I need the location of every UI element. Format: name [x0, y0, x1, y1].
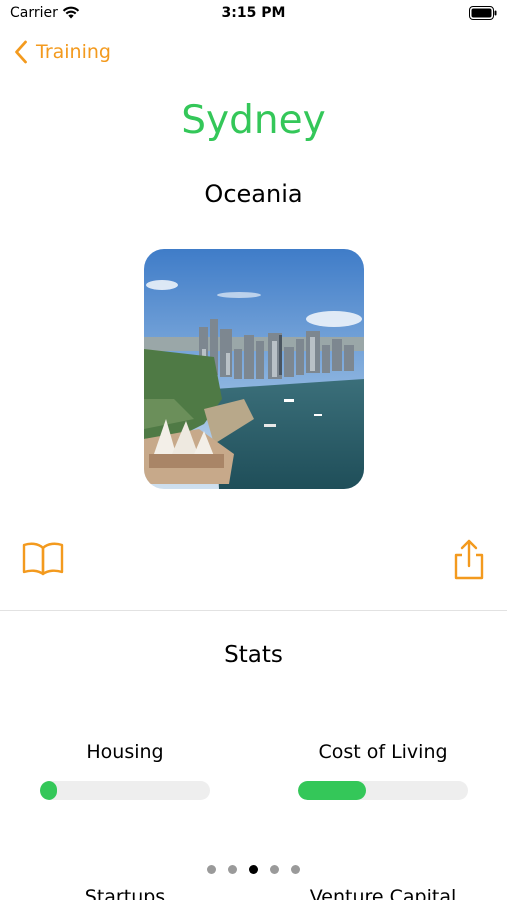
stat-label-venture-capital: Venture Capital	[309, 886, 457, 900]
city-detail-screen: Carrier 3:15 PM Training Sydney Oceania	[0, 0, 507, 900]
page-dot[interactable]	[207, 865, 216, 874]
page-dot[interactable]	[228, 865, 237, 874]
city-photo	[144, 249, 364, 489]
back-label: Training	[36, 41, 111, 63]
page-dot[interactable]	[249, 865, 258, 874]
city-title: Sydney	[181, 98, 326, 143]
stat-label-cost-of-living: Cost of Living	[318, 741, 448, 763]
housing-progress-bar	[40, 781, 210, 800]
back-button[interactable]: Training	[14, 38, 111, 66]
book-icon[interactable]	[22, 541, 64, 577]
stat-label-startups: Startups	[84, 886, 166, 900]
battery-icon	[469, 6, 497, 20]
page-indicator[interactable]	[0, 865, 507, 874]
stat-label-housing: Housing	[86, 741, 164, 763]
housing-progress-fill	[40, 781, 57, 800]
continent-label: Oceania	[204, 180, 303, 208]
page-dot[interactable]	[291, 865, 300, 874]
stats-heading: Stats	[224, 642, 283, 668]
section-divider	[0, 610, 507, 611]
chevron-left-icon	[15, 40, 27, 64]
page-dot[interactable]	[270, 865, 279, 874]
cost-of-living-progress-fill	[298, 781, 366, 800]
cost-of-living-progress-bar	[298, 781, 468, 800]
status-bar: Carrier 3:15 PM	[0, 0, 507, 28]
status-time: 3:15 PM	[221, 5, 286, 21]
share-icon[interactable]	[451, 538, 487, 582]
